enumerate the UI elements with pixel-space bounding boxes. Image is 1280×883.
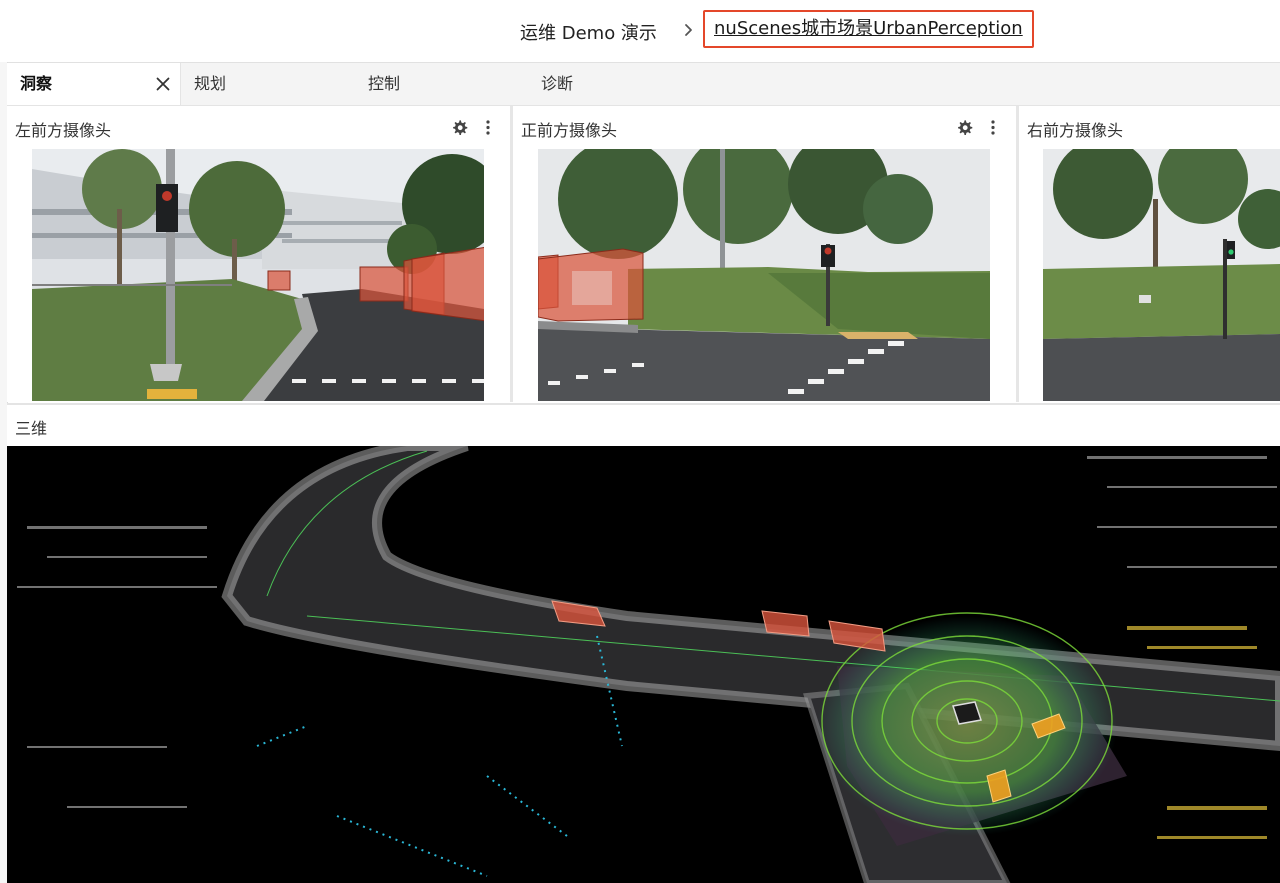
top-bar: 运维 Demo 演示 nuScenes城市场景UrbanPerception [0, 0, 1280, 63]
camera-panel-front: 正前方摄像头 [513, 106, 1019, 402]
viewer-3d-header: 三维 [7, 403, 1280, 447]
tab-label: 规划 [194, 74, 227, 93]
tab-label: 诊断 [541, 74, 574, 93]
point-cloud-render [7, 446, 1280, 883]
tab-bar: 洞察 规划 控制 诊断 [7, 63, 1280, 106]
camera-image-front-right [1043, 149, 1280, 401]
panel-title: 左前方摄像头 [15, 121, 112, 140]
close-icon[interactable] [156, 77, 170, 91]
more-vertical-icon[interactable] [990, 119, 996, 136]
camera-panel-front-left: 左前方摄像头 [7, 106, 513, 402]
panel-title: 正前方摄像头 [521, 121, 618, 140]
tab-planning[interactable]: 规划 [194, 63, 226, 105]
tab-label: 控制 [368, 74, 401, 93]
camera-image-front [538, 149, 990, 401]
camera-panel-front-right: 右前方摄像头 [1019, 106, 1280, 402]
panel-title: 三维 [15, 419, 48, 438]
more-vertical-icon[interactable] [485, 119, 491, 136]
panel-title: 右前方摄像头 [1027, 121, 1124, 140]
gear-icon[interactable] [451, 119, 468, 136]
viewer-3d-canvas[interactable] [7, 446, 1280, 883]
camera-image-front-left [32, 149, 484, 401]
tab-control[interactable]: 控制 [368, 63, 400, 105]
breadcrumb-workspace[interactable]: 运维 Demo 演示 [520, 19, 657, 45]
tab-diagnostics[interactable]: 诊断 [541, 63, 573, 105]
gear-icon[interactable] [956, 119, 973, 136]
tab-insight[interactable]: 洞察 [7, 63, 181, 105]
chevron-right-icon [685, 24, 692, 36]
tab-label: 洞察 [20, 74, 53, 93]
breadcrumb-current-project[interactable]: nuScenes城市场景UrbanPerception [703, 10, 1034, 48]
